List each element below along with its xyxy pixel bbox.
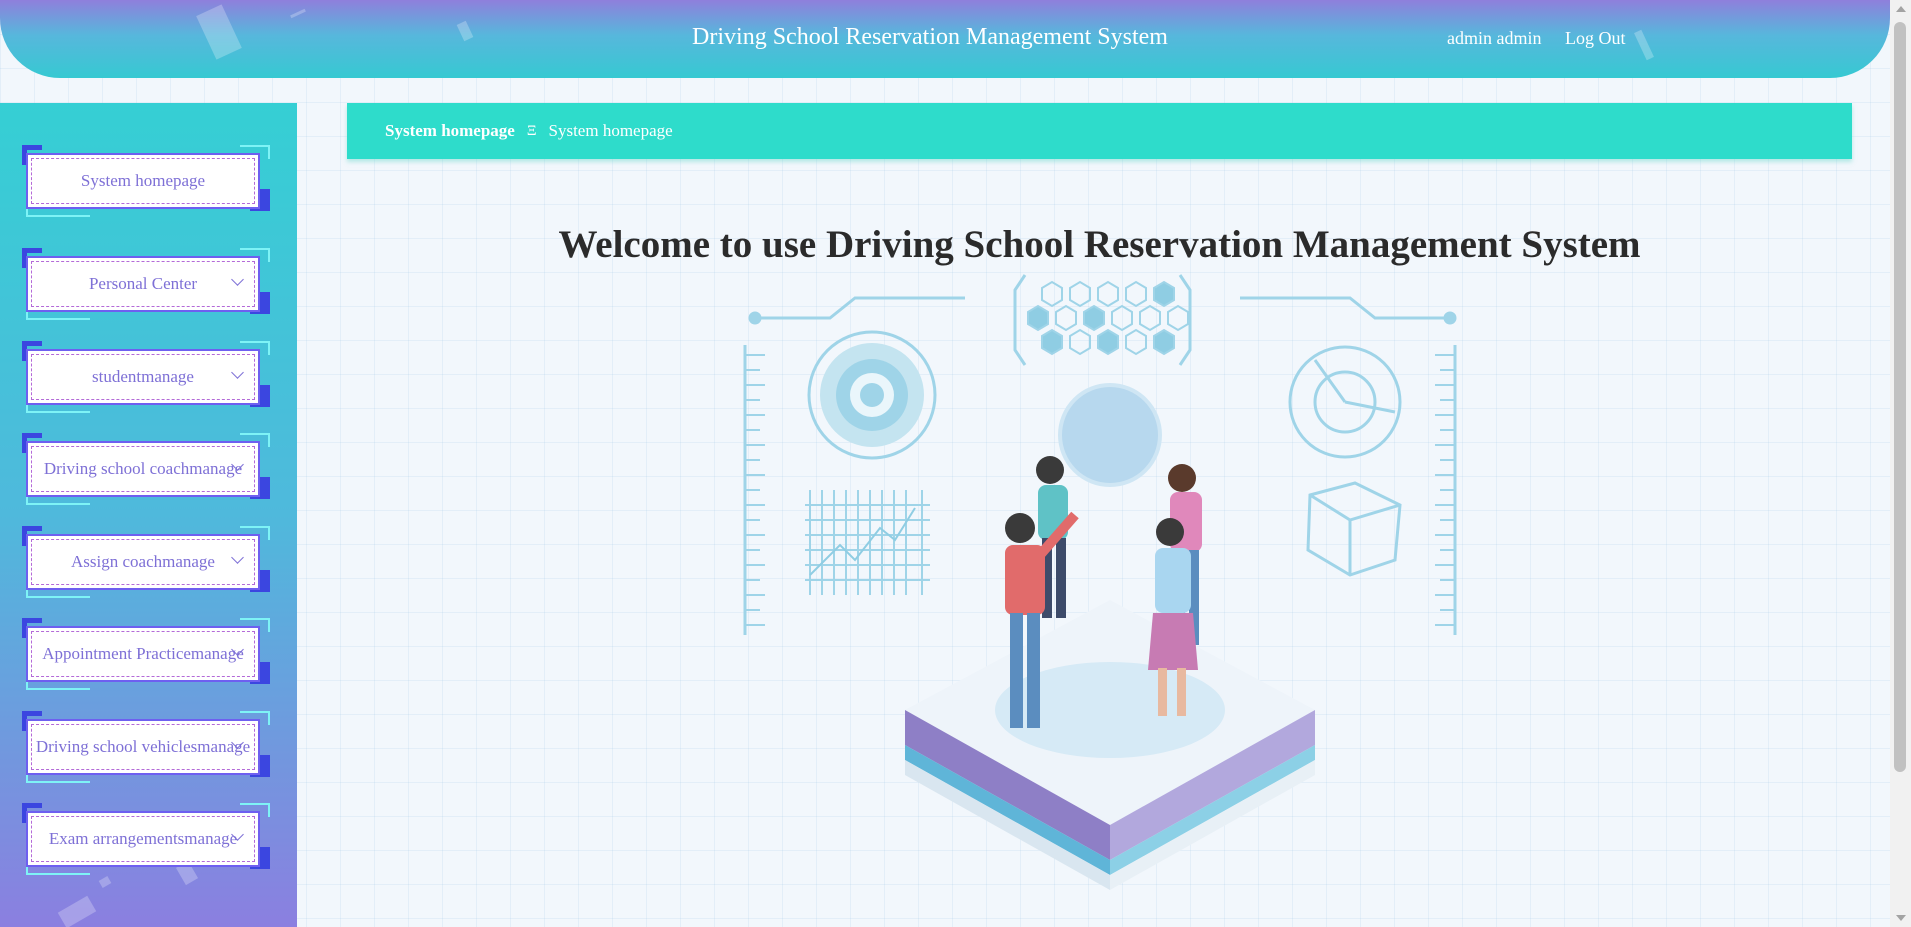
breadcrumb-home[interactable]: System homepage xyxy=(385,121,515,141)
menu-box: studentmanage xyxy=(26,349,260,405)
menu-box: Driving school vehiclesmanage xyxy=(26,719,260,775)
platform xyxy=(905,600,1315,890)
scroll-up-arrow-icon[interactable] xyxy=(1896,6,1906,12)
menu-box: Appointment Practicemanage xyxy=(26,626,260,682)
sidebar-item-personal-center[interactable]: Personal Center xyxy=(22,248,270,320)
circuit-node xyxy=(748,311,762,325)
sidebar: System homepage Personal Center studentm… xyxy=(0,103,297,927)
breadcrumb-current: System homepage xyxy=(548,121,673,140)
target-rings xyxy=(807,330,937,460)
top-header: Driving School Reservation Management Sy… xyxy=(0,0,1890,78)
chevron-down-icon xyxy=(231,366,244,379)
globe xyxy=(1058,383,1162,487)
sidebar-item-vehicles[interactable]: Driving school vehiclesmanage xyxy=(22,711,270,783)
team-vr-hologram-illustration xyxy=(743,274,1457,890)
cube-outline xyxy=(1306,481,1402,577)
current-user: admin admin xyxy=(1447,28,1542,48)
scrollbar-thumb[interactable] xyxy=(1894,22,1906,772)
circuit-node xyxy=(1443,311,1457,325)
circuit-line xyxy=(755,296,965,320)
header-decoration xyxy=(290,8,306,19)
menu-box: System homepage xyxy=(26,153,260,209)
sidebar-item-exam-arrangements[interactable]: Exam arrangementsmanage xyxy=(22,803,270,875)
chart-grid xyxy=(805,490,930,595)
welcome-heading: Welcome to use Driving School Reservatio… xyxy=(558,223,1641,266)
ruler-ticks-right xyxy=(1435,354,1455,626)
chevron-down-icon xyxy=(231,551,244,564)
sidebar-item-appointment-practice[interactable]: Appointment Practicemanage xyxy=(22,618,270,690)
sidebar-item-assign-coach[interactable]: Assign coachmanage xyxy=(22,526,270,598)
sidebar-decoration xyxy=(57,895,97,927)
breadcrumb-separator-icon: Ξ xyxy=(526,122,537,139)
breadcrumb: System homepage Ξ System homepage xyxy=(347,103,1852,159)
sidebar-item-coach[interactable]: Driving school coachmanage xyxy=(22,433,270,505)
vertical-scrollbar[interactable] xyxy=(1890,0,1911,927)
sidebar-item-label: System homepage xyxy=(31,158,255,204)
sidebar-item-label: Appointment Practicemanage xyxy=(42,644,244,663)
hexagon-cluster xyxy=(1027,280,1189,356)
sidebar-item-label: Exam arrangementsmanage xyxy=(48,829,238,848)
sidebar-item-label: Personal Center xyxy=(88,274,198,293)
chevron-down-icon xyxy=(231,273,244,286)
circuit-line xyxy=(1240,296,1450,320)
sidebar-item-label: studentmanage xyxy=(92,367,194,386)
logout-link[interactable]: Log Out xyxy=(1565,28,1626,49)
radar-lines xyxy=(1313,359,1396,414)
scroll-down-arrow-icon[interactable] xyxy=(1896,915,1906,921)
sidebar-item-system-homepage[interactable]: System homepage xyxy=(22,145,270,217)
sidebar-decoration xyxy=(98,876,112,888)
sidebar-item-label: Assign coachmanage xyxy=(71,552,215,571)
menu-box: Driving school coachmanage xyxy=(26,441,260,497)
menu-box: Assign coachmanage xyxy=(26,534,260,590)
sidebar-item-label: Driving school coachmanage xyxy=(43,459,243,478)
menu-box: Personal Center xyxy=(26,256,260,312)
sidebar-item-label: Driving school vehiclesmanage xyxy=(35,737,251,756)
sidebar-item-student[interactable]: studentmanage xyxy=(22,341,270,413)
ruler-ticks-left xyxy=(745,354,765,626)
menu-box: Exam arrangementsmanage xyxy=(26,811,260,867)
